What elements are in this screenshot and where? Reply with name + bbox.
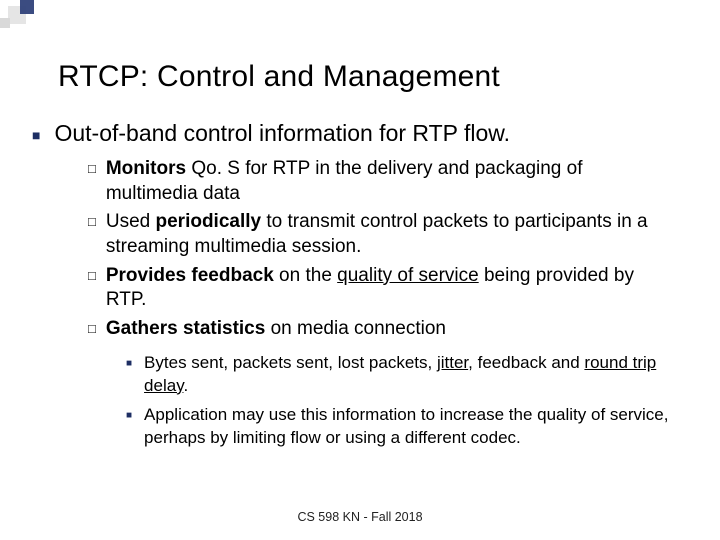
bullet-level3-group: ■ Bytes sent, packets sent, lost packets… xyxy=(126,352,674,450)
list-item: □ Gathers statistics on media connection xyxy=(88,317,674,342)
list-item: ■ Bytes sent, packets sent, lost packets… xyxy=(126,352,674,398)
hollow-square-icon: □ xyxy=(88,161,96,206)
bullet-level2-group: □ Monitors Qo. S for RTP in the delivery… xyxy=(88,157,674,342)
hollow-square-icon: □ xyxy=(88,321,96,342)
decorative-corner xyxy=(0,0,56,32)
square-bullet-icon: ■ xyxy=(32,127,40,147)
list-item: □ Used periodically to transmit control … xyxy=(88,210,674,259)
square-bullet-icon: ■ xyxy=(126,357,132,398)
slide-footer: CS 598 KN - Fall 2018 xyxy=(0,510,720,524)
hollow-square-icon: □ xyxy=(88,214,96,259)
bullet-level1: ■ Out-of-band control information for RT… xyxy=(32,120,674,147)
bullet1-text: Out-of-band control information for RTP … xyxy=(54,120,510,147)
slide-title: RTCP: Control and Management xyxy=(58,60,674,94)
list-item: □ Monitors Qo. S for RTP in the delivery… xyxy=(88,157,674,206)
square-bullet-icon: ■ xyxy=(126,409,132,450)
slide-body: RTCP: Control and Management ■ Out-of-ba… xyxy=(0,0,720,450)
hollow-square-icon: □ xyxy=(88,268,96,313)
list-item: ■ Application may use this information t… xyxy=(126,404,674,450)
list-item: □ Provides feedback on the quality of se… xyxy=(88,264,674,313)
